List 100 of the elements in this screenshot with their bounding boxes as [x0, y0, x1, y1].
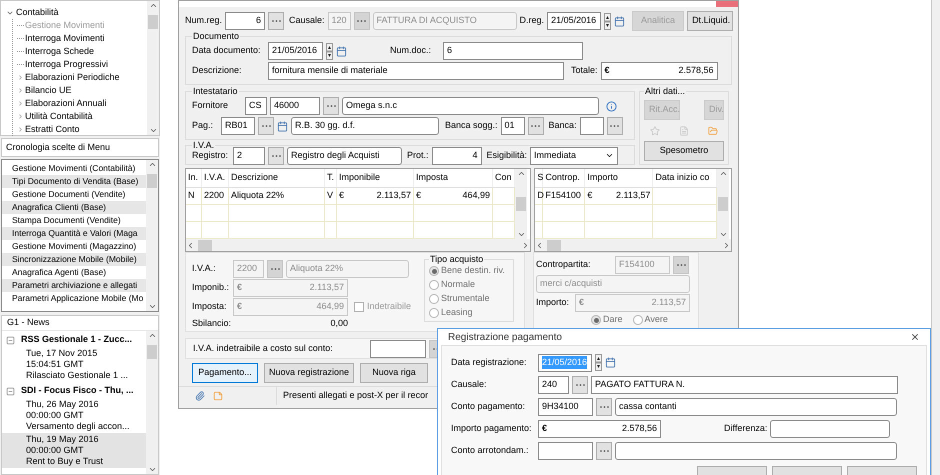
button[interactable]: Nuova registrazione — [264, 363, 354, 383]
input-field[interactable]: 6 — [225, 12, 266, 30]
input-field[interactable]: 21/05/2016 — [268, 42, 323, 60]
button[interactable]: Spesometro — [644, 141, 724, 161]
browse-button[interactable] — [323, 97, 339, 115]
field-label: Data registrazione: — [451, 356, 528, 369]
news-entry[interactable]: Tue, 17 Nov 2015 15:04:51 GMT Rilasciato Gestionale 1 ... — [2, 347, 146, 382]
input-field[interactable]: 240 — [538, 376, 569, 394]
browse-button[interactable] — [673, 256, 689, 274]
input-field[interactable]: Registro degli Acquisti — [287, 146, 402, 164]
scrollbar-thumb[interactable] — [516, 197, 526, 211]
scrollbar-thumb[interactable] — [198, 240, 212, 251]
input-field[interactable] — [770, 420, 890, 438]
scrollbar[interactable] — [146, 331, 158, 474]
input-field[interactable]: 6 — [443, 42, 583, 60]
input-field[interactable] — [580, 117, 604, 135]
tree-item[interactable]: Interroga Progressivi — [25, 58, 108, 72]
scrollbar-thumb[interactable] — [718, 197, 728, 211]
radio-button[interactable] — [591, 315, 601, 325]
scrollbar[interactable] — [147, 1, 159, 135]
history-item[interactable]: Parametri archiviazione e allegati — [2, 279, 146, 292]
radio-button[interactable] — [429, 280, 439, 290]
browse-button[interactable] — [258, 117, 274, 135]
input-field[interactable]: € 2.578,56 — [538, 420, 661, 438]
input-field[interactable]: Omega s.n.c — [342, 97, 599, 115]
scrollbar-thumb[interactable] — [547, 240, 562, 251]
input-field[interactable]: 01 — [500, 117, 525, 135]
tree-item[interactable]: Interroga Movimenti — [25, 32, 105, 46]
news-entry[interactable]: Thu, 26 May 2016 00:00:00 GMT Versamento degli accon... — [2, 398, 146, 433]
input-field[interactable]: fornitura mensile di materiale — [268, 62, 564, 80]
radio-label: Strumentale — [441, 292, 490, 306]
button[interactable]: Nuova riga — [360, 363, 428, 383]
column-header[interactable]: Controp. — [543, 169, 586, 187]
input-field[interactable]: RB01 — [221, 117, 255, 135]
radio-button[interactable] — [429, 308, 439, 318]
input-field[interactable]: € 2.578,56 — [600, 62, 718, 80]
panel-title: G1 - News — [7, 316, 50, 330]
browse-button[interactable] — [528, 117, 544, 135]
browse-button[interactable] — [354, 12, 370, 30]
scrollbar-thumb[interactable] — [147, 345, 157, 359]
input-field[interactable]: R.B. 30 gg. d.f. — [291, 117, 439, 135]
scrollbar-thumb[interactable] — [148, 15, 158, 29]
history-item[interactable]: Interroga Quantità e Valori (Maga — [2, 227, 146, 240]
scrollbar[interactable] — [535, 239, 731, 251]
input-field[interactable]: 2 — [233, 146, 265, 164]
browse-button[interactable] — [596, 398, 612, 416]
input-field[interactable] — [615, 442, 897, 460]
history-item[interactable]: Sincronizzazione Mobile (Mobile) — [2, 253, 146, 266]
button[interactable]: Dt.Liquid. — [687, 11, 734, 31]
tree-item[interactable]: Interroga Schede — [25, 44, 94, 58]
radio-button[interactable] — [429, 294, 439, 304]
scrollbar[interactable] — [515, 169, 527, 239]
input-field[interactable]: 9H34100 — [538, 398, 593, 416]
column-header[interactable]: Imposta — [414, 169, 493, 187]
browse-button[interactable] — [596, 442, 612, 460]
dropdown[interactable]: Immediata — [530, 146, 618, 164]
history-item[interactable]: Tipi Documento di Vendita (Base) — [2, 175, 146, 188]
feed-title[interactable]: RSS Gestionale 1 - Zucc... — [21, 333, 132, 347]
tree-item[interactable]: Estratti Conto — [25, 122, 80, 136]
input-field[interactable]: cassa contanti — [615, 398, 897, 416]
browse-button[interactable] — [268, 12, 284, 30]
field-label: Causale: — [451, 378, 488, 391]
browse-button[interactable] — [572, 376, 588, 394]
tree-item[interactable]: Contabilità — [16, 6, 59, 20]
column-header[interactable]: Descrizione — [229, 169, 325, 187]
input-field[interactable]: 4 — [432, 146, 482, 164]
input-field[interactable]: 46000 — [270, 97, 320, 115]
column-header[interactable]: S — [535, 169, 544, 187]
radio-button[interactable] — [632, 315, 643, 325]
tree-item[interactable]: Bilancio UE — [25, 84, 72, 98]
column-header[interactable]: Imponibile — [337, 169, 414, 187]
input-field[interactable]: PAGATO FATTURA N. — [591, 376, 898, 394]
browse-button[interactable] — [268, 146, 284, 164]
tree-item[interactable]: Elaborazioni Periodiche — [25, 70, 120, 84]
close-icon — [910, 332, 920, 342]
table-cell-text: 2.113,57 — [376, 189, 411, 202]
tree-item[interactable]: Utilità Contabilità — [25, 110, 93, 124]
feed-title[interactable]: SDI - Focus Fisco - Thu, ... — [21, 384, 134, 398]
input-field[interactable] — [538, 442, 593, 460]
scrollbar-thumb[interactable] — [147, 174, 157, 188]
history-item[interactable]: Anagrafica Clienti (Base) — [2, 201, 146, 214]
news-entry[interactable]: Thu, 19 May 2016 00:00:00 GMT Rent to Buy e Trust — [2, 433, 146, 468]
scrollbar[interactable] — [146, 160, 158, 311]
browse-button[interactable] — [267, 260, 283, 278]
spin-arrows-icon — [595, 354, 602, 371]
column-header[interactable]: T. — [325, 169, 337, 187]
radio-button[interactable] — [429, 266, 439, 276]
scrollbar[interactable] — [717, 169, 730, 239]
column-header[interactable]: I.V.A. — [202, 169, 229, 187]
browse-button[interactable] — [606, 117, 623, 135]
button[interactable]: Pagamento... — [192, 363, 258, 383]
column-header[interactable]: In. — [186, 169, 202, 187]
column-header[interactable]: Importo — [585, 169, 654, 187]
tree-item[interactable]: Elaborazioni Annuali — [25, 96, 107, 110]
scrollbar[interactable] — [931, 0, 940, 475]
calendar-icon — [605, 357, 616, 368]
scrollbar[interactable] — [186, 239, 530, 251]
input-field[interactable] — [370, 340, 426, 358]
input-field[interactable]: CS — [245, 97, 267, 115]
input-field[interactable]: 21/05/2016 — [547, 12, 602, 30]
